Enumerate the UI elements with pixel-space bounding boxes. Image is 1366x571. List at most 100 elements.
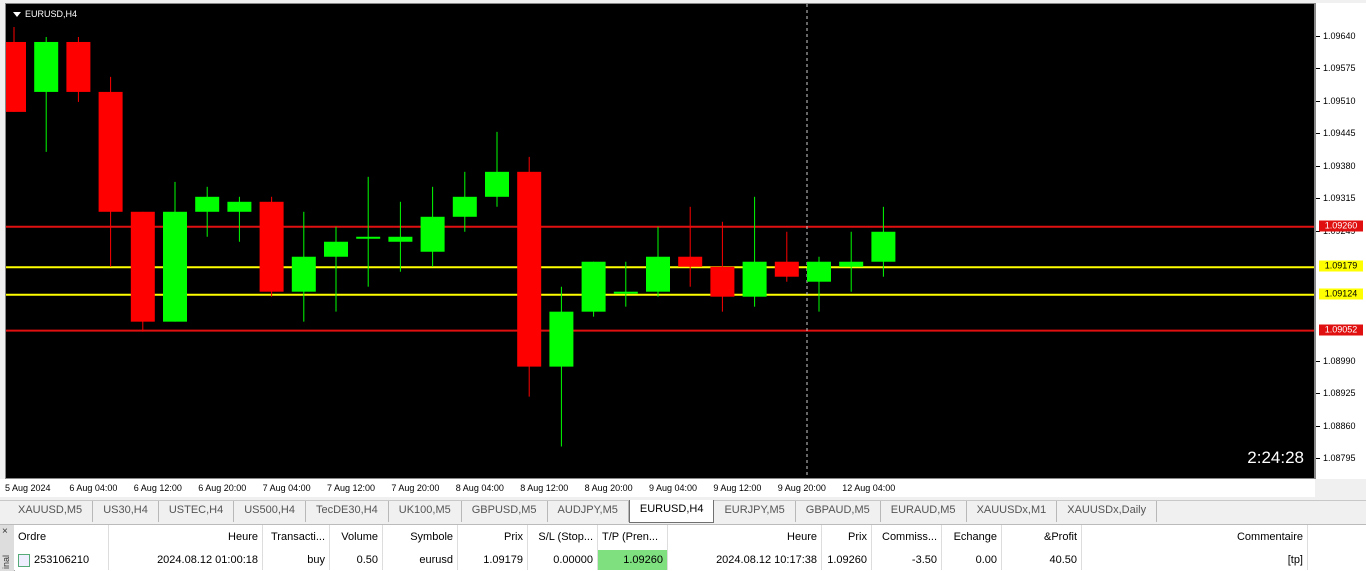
candle [646,226,670,297]
column-header[interactable]: Commiss... [872,525,942,550]
candle-body [98,91,123,212]
chart-tab[interactable]: XAUUSD,M5 [8,501,94,522]
column-header[interactable]: Heure [109,525,263,550]
table-cell: [tp] [1082,550,1308,570]
chart-tab[interactable]: USTEC,H4 [159,501,235,522]
dropdown-arrow-icon[interactable] [13,11,21,17]
column-header[interactable]: Volume [330,525,383,550]
chart-tabs-bar: XAUUSD,M5 US30,H4 USTEC,H4 US500,H4 TecDE30,… [0,500,1366,523]
candle-body [356,236,381,239]
chart-tab[interactable]: AUDJPY,M5 [548,501,629,522]
candle-body [646,256,670,292]
candle [259,196,284,297]
chart-tab[interactable]: US30,H4 [93,501,159,522]
price-tick-label: 1.08990 [1316,355,1356,366]
column-header[interactable]: Prix [458,525,528,550]
candle [549,286,574,447]
price-tick-label: 1.09445 [1316,128,1356,139]
candle-body [710,266,735,297]
close-icon[interactable]: × [2,526,8,537]
time-tick-label: 7 Aug 20:00 [391,483,440,493]
candle-body [517,171,542,367]
column-header[interactable]: Heure [668,525,822,550]
chart-tab[interactable]: GBPAUD,M5 [796,501,881,522]
candle-body [485,171,509,197]
candle-body [324,241,348,257]
order-id: 253106210 [34,554,90,566]
chart-tab[interactable]: GBPUSD,M5 [462,501,548,522]
column-header[interactable]: Symbole [383,525,458,550]
table-cell: 2024.08.12 01:00:18 [109,550,263,570]
candle [581,261,606,317]
symbol-title-text: EURUSD,H4 [25,9,78,19]
candlestick-chart[interactable] [6,4,1315,479]
candle-body [259,201,284,292]
time-tick-label: 7 Aug 04:00 [262,483,311,493]
candle [356,176,381,287]
candle-body [678,256,703,267]
candle-body [871,231,896,262]
candle [420,186,445,267]
candle [678,206,703,287]
candle-body [613,291,638,294]
candle [742,196,767,307]
candle-body [742,261,767,297]
column-header[interactable]: S/L (Stop... [528,525,598,550]
bar-countdown: 2:24:28 [1247,448,1304,467]
candle [130,211,155,332]
column-header[interactable]: Ordre [14,525,109,550]
symbol-title[interactable]: EURUSD,H4 [13,9,77,19]
chart-tab[interactable]: TecDE30,H4 [306,501,389,522]
time-tick-label: 8 Aug 12:00 [520,483,569,493]
candle-body [34,41,59,92]
column-header[interactable]: Commentaire [1082,525,1308,550]
candle [227,196,252,242]
order-icon [18,553,30,567]
price-tick-label: 1.09380 [1316,160,1356,171]
chart-area[interactable]: EURUSD,H4 2:24:28 [5,3,1315,479]
table-cell: 253106210 [14,550,109,570]
table-cell: 2024.08.12 10:17:38 [668,550,822,570]
table-cell: eurusd [383,550,458,570]
chart-tab[interactable]: EURJPY,M5 [714,501,796,522]
candle [6,26,26,112]
price-tick-label: 1.08795 [1316,453,1356,464]
candle [195,186,220,237]
candle-body [227,201,252,212]
chart-tab[interactable]: XAUUSDx,M1 [967,501,1058,522]
table-cell: 0.00 [942,550,1002,570]
candle [613,261,638,307]
column-header[interactable]: Prix [822,525,872,550]
chart-tab[interactable]: EURUSD,H4 [628,500,715,523]
price-tick-label: 1.09315 [1316,193,1356,204]
chart-tab[interactable]: UK100,M5 [389,501,462,522]
candle-body [130,211,155,322]
table-row[interactable]: 253106210 2024.08.12 01:00:18 buy 0.50 eurus… [14,550,1366,570]
time-axis[interactable]: 5 Aug 2024 6 Aug 04:00 6 Aug 12:00 6 Aug 20… [0,479,1315,497]
time-tick-label: 8 Aug 04:00 [455,483,504,493]
column-header[interactable]: Echange [942,525,1002,550]
candle [324,226,348,312]
time-tick-label: 7 Aug 12:00 [327,483,376,493]
column-header[interactable]: T/P (Pren... [598,525,668,550]
level-price-tag: 1.09124 [1319,288,1363,300]
candle [291,211,316,322]
price-tick-label: 1.08860 [1316,420,1356,431]
chart-tab[interactable]: US500,H4 [234,501,306,522]
table-cell: 40.50 [1002,550,1082,570]
candle-body [291,256,316,292]
table-cell: 1.09260 [598,550,668,570]
chart-tab[interactable]: EURAUD,M5 [881,501,967,522]
chart-tab[interactable]: XAUUSDx,Daily [1057,501,1158,522]
column-header[interactable]: Transacti... [263,525,330,550]
table-cell: buy [263,550,330,570]
table-cell: 0.00000 [528,550,598,570]
candle [485,131,509,207]
candle-body [839,261,864,267]
column-header[interactable]: &Profit [1002,525,1082,550]
candle [66,36,91,102]
price-tick-label: 1.08925 [1316,388,1356,399]
level-price-tag: 1.09260 [1319,220,1363,232]
price-scale[interactable]: 1.09640 1.09575 1.09510 1.09445 1.09380 1.093… [1315,3,1366,479]
candle-body [6,41,26,112]
